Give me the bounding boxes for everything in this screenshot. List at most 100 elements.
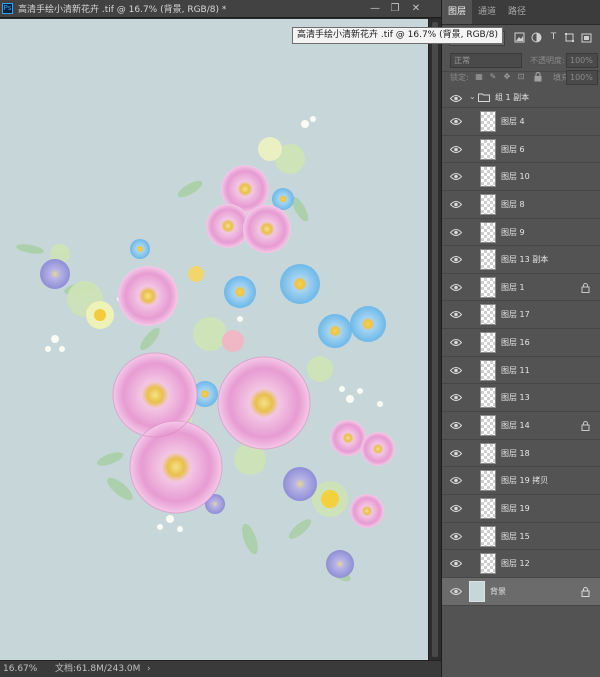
eye-icon[interactable] [450, 559, 462, 568]
opacity-label: 不透明度: [530, 56, 565, 65]
layer-name: 图层 9 [501, 227, 525, 237]
eye-icon[interactable] [450, 587, 462, 596]
layer-row[interactable]: 图层 4 [442, 108, 600, 136]
lock-artboard-icon[interactable]: ⊡ [516, 72, 526, 82]
layer-row[interactable]: 图层 6 [442, 136, 600, 164]
lock-icon [581, 421, 590, 432]
layer-name: 图层 11 [501, 365, 530, 375]
layer-name: 图层 1 [501, 282, 525, 292]
layer-thumbnail [480, 553, 496, 575]
tab-paths[interactable]: 路径 [502, 0, 532, 24]
status-bar: 16.67% 文档:61.8M/243.0M › [0, 660, 441, 677]
eye-icon[interactable] [450, 283, 462, 292]
photoshop-icon: Ps [2, 3, 13, 14]
eye-icon[interactable] [450, 366, 462, 375]
layer-thumbnail [469, 580, 485, 602]
eye-icon[interactable] [450, 200, 462, 209]
smart-object-filter-icon[interactable] [581, 32, 592, 43]
layer-name: 图层 4 [501, 117, 525, 126]
adjustment-filter-icon[interactable] [531, 32, 542, 43]
background-layer-row[interactable]: 背景 [442, 577, 600, 606]
tab-layers[interactable]: 图层 [442, 0, 473, 24]
layer-name: 图层 19 拷贝 [501, 476, 549, 486]
shape-filter-icon[interactable] [564, 32, 575, 43]
lock-all-icon[interactable] [533, 71, 543, 82]
layer-name: 图层 12 [501, 559, 530, 569]
layer-group-row[interactable]: ⌄ 组 1 副本 [442, 88, 600, 108]
layer-thumbnail [480, 166, 496, 188]
canvas[interactable] [0, 19, 428, 660]
eye-icon[interactable] [450, 421, 462, 430]
eye-icon[interactable] [450, 504, 462, 513]
eye-icon[interactable] [450, 94, 462, 103]
layer-name: 图层 13 [501, 393, 530, 403]
eye-icon[interactable] [450, 117, 462, 126]
opacity-field[interactable]: 100% [566, 53, 598, 68]
layer-name: 图层 16 [501, 338, 530, 348]
eye-icon[interactable] [450, 145, 462, 154]
blend-mode-select[interactable]: 正常 [450, 53, 522, 68]
eye-icon[interactable] [450, 532, 462, 541]
layer-thumbnail [480, 111, 496, 132]
fill-field[interactable]: 100% [566, 70, 598, 85]
eye-icon[interactable] [450, 172, 462, 181]
layer-thumbnail [480, 359, 496, 381]
layer-row[interactable]: 图层 13 [442, 384, 600, 413]
minimize-icon[interactable]: — [366, 1, 384, 16]
image-filter-icon[interactable] [514, 32, 525, 43]
layer-row[interactable]: 图层 14 [442, 412, 600, 440]
layer-row[interactable]: 图层 12 [442, 550, 600, 578]
layer-row[interactable]: 图层 16 [442, 329, 600, 357]
lock-image-pixels-icon[interactable]: ✎ [488, 72, 498, 82]
chevron-down-icon[interactable]: ⌄ [469, 92, 476, 101]
status-menu-arrow[interactable]: › [147, 661, 151, 677]
layer-thumbnail [480, 442, 496, 464]
document-tab[interactable]: Ps 高清手绘小清新花卉 .tif @ 16.7% (背景, RGB/8) * … [0, 0, 441, 18]
eye-icon[interactable] [450, 393, 462, 402]
layer-row[interactable]: 图层 19 拷贝 [442, 467, 600, 495]
type-filter-icon[interactable]: T [548, 32, 559, 43]
layer-name: 图层 18 [501, 448, 530, 458]
document-window: Ps 高清手绘小清新花卉 .tif @ 16.7% (背景, RGB/8) * … [0, 0, 503, 677]
eye-icon[interactable] [450, 449, 462, 458]
layer-row[interactable]: 图层 9 [442, 219, 600, 247]
photoshop-workspace: Ps 高清手绘小清新花卉 .tif @ 16.7% (背景, RGB/8) * … [0, 0, 600, 677]
scrollbar-thumb[interactable] [432, 22, 438, 657]
eye-icon[interactable] [450, 476, 462, 485]
layer-thumbnail [480, 221, 496, 243]
lock-transparent-pixels-icon[interactable]: ▦ [474, 72, 484, 82]
layer-name: 背景 [490, 586, 506, 596]
layer-row[interactable]: 图层 18 [442, 440, 600, 468]
vertical-scrollbar[interactable] [428, 19, 441, 660]
layer-row[interactable]: 图层 13 副本 [442, 246, 600, 274]
zoom-level[interactable]: 16.67% [3, 661, 37, 677]
lock-icon [581, 586, 590, 597]
layer-thumbnail [480, 304, 496, 326]
close-icon[interactable]: ✕ [407, 1, 425, 16]
eye-icon[interactable] [450, 228, 462, 237]
document-title: 高清手绘小清新花卉 .tif @ 16.7% (背景, RGB/8) * [18, 5, 227, 15]
layer-thumbnail [480, 138, 496, 160]
eye-icon[interactable] [450, 310, 462, 319]
layer-row[interactable]: 图层 8 [442, 191, 600, 219]
lock-row: 锁定: ▦ ✎ ✥ ⊡ 填充: 100% [442, 68, 600, 88]
layer-row[interactable]: 图层 11 [442, 357, 600, 385]
layer-row[interactable]: 图层 10 [442, 163, 600, 191]
layer-row[interactable]: 图层 15 [442, 523, 600, 551]
tab-channels[interactable]: 通道 [472, 0, 502, 24]
lock-position-icon[interactable]: ✥ [502, 72, 512, 82]
floral-artwork [16, 116, 395, 582]
layer-row[interactable]: 图层 1 [442, 274, 600, 302]
layer-thumbnail [480, 387, 496, 409]
eye-icon[interactable] [450, 255, 462, 264]
layer-row[interactable]: 图层 19 [442, 495, 600, 523]
layer-row[interactable]: 图层 17 [442, 301, 600, 330]
layer-thumbnail [480, 193, 496, 215]
layer-thumbnail [480, 470, 496, 492]
eye-icon[interactable] [450, 338, 462, 347]
layer-thumbnail [480, 249, 496, 271]
layer-thumbnail [480, 415, 496, 437]
layer-thumbnail [480, 525, 496, 547]
restore-icon[interactable]: ❐ [386, 1, 404, 16]
group-name: 组 1 副本 [495, 93, 530, 102]
